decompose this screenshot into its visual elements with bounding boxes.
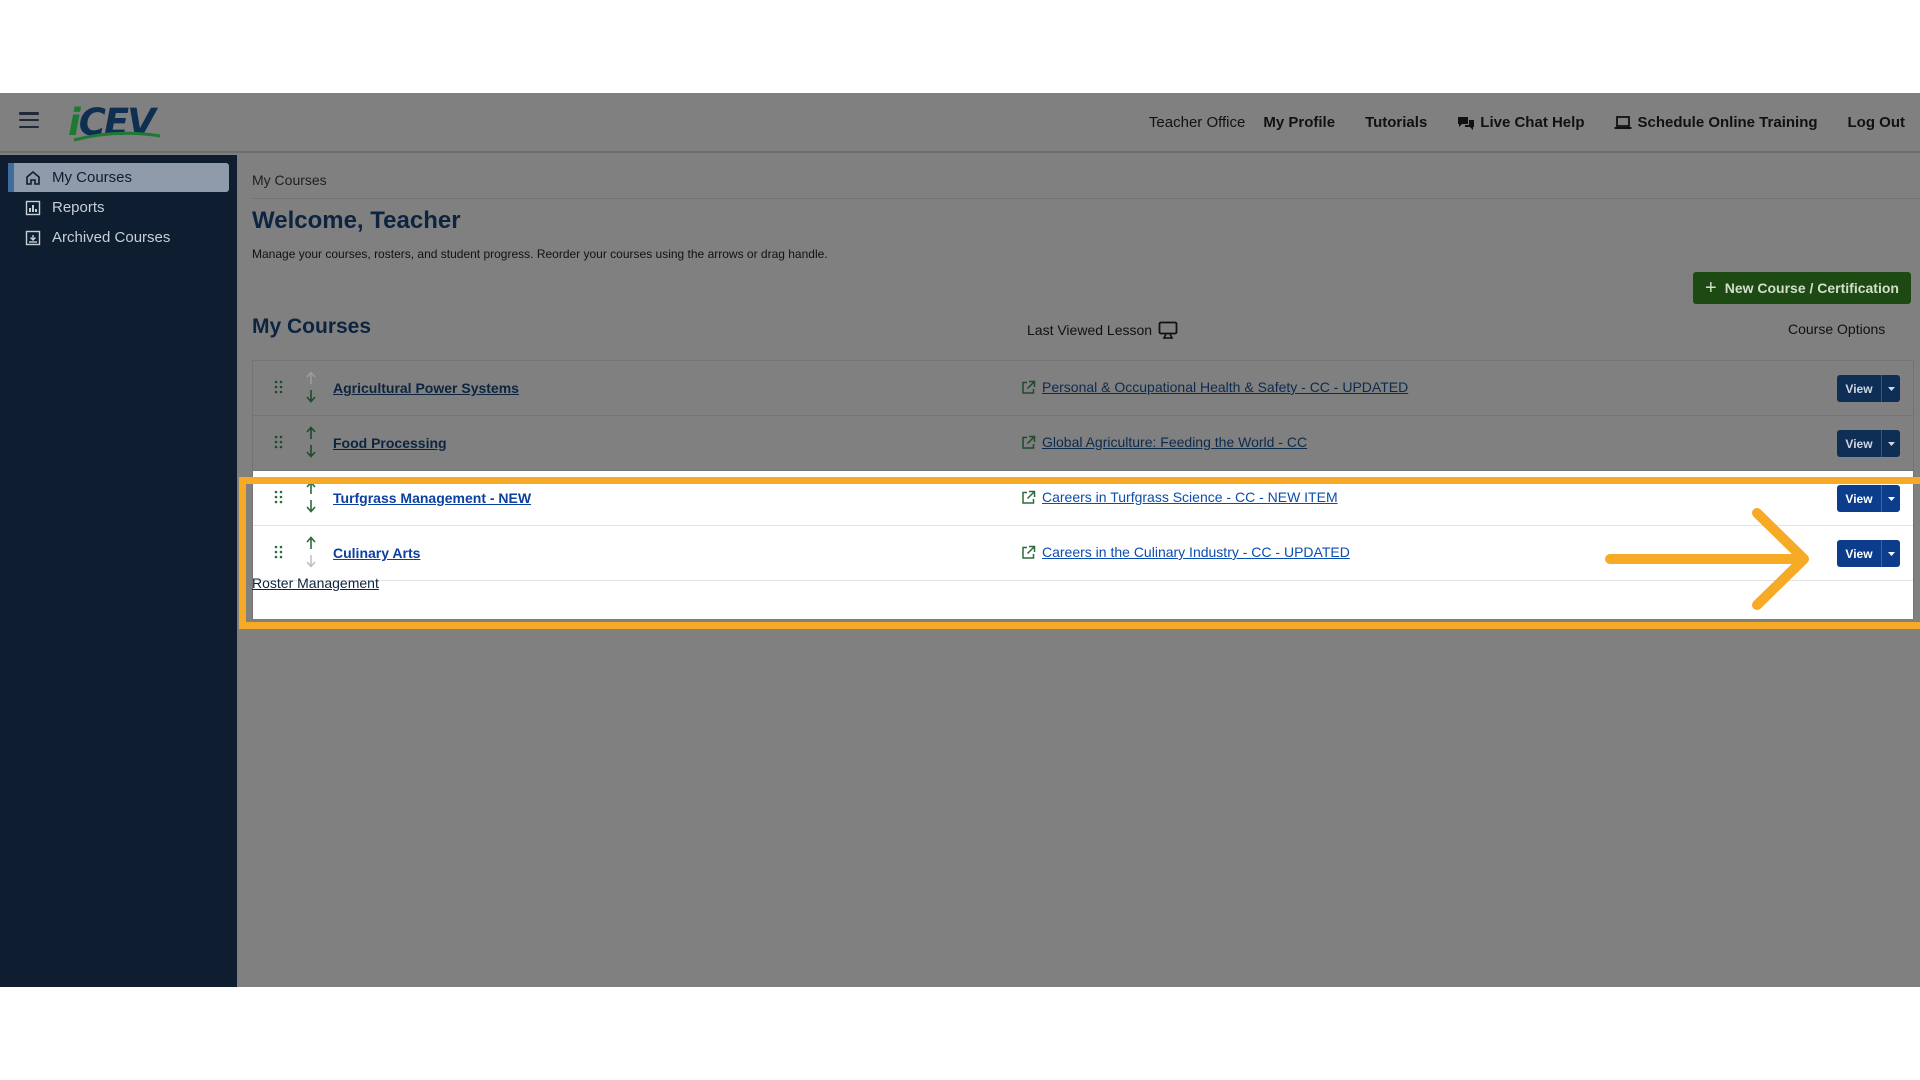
external-link-icon [1022, 435, 1036, 449]
move-down-icon[interactable] [305, 554, 317, 568]
dropdown-caret-icon[interactable] [1881, 375, 1900, 402]
lesson-link[interactable]: Global Agriculture: Feeding the World - … [1042, 434, 1307, 450]
view-button[interactable]: View [1837, 540, 1900, 567]
dropdown-caret-icon[interactable] [1881, 485, 1900, 512]
course-name-link[interactable]: Agricultural Power Systems [333, 380, 519, 396]
last-viewed-lesson: Personal & Occupational Health & Safety … [1021, 379, 1408, 395]
reorder-arrows [305, 426, 317, 460]
reorder-arrows [305, 371, 317, 405]
sidebar-item-label: My Courses [52, 169, 133, 186]
course-row: Food Processing Global Agriculture: Feed… [253, 416, 1913, 471]
top-nav: Teacher Office My Profile Tutorials Live… [1149, 114, 1905, 131]
column-header-course-options: Course Options [1788, 321, 1886, 337]
move-down-icon[interactable] [305, 499, 317, 513]
sidebar: My Courses Reports Archived Courses [0, 155, 237, 987]
lesson-link[interactable]: Careers in Turfgrass Science - CC - NEW … [1042, 489, 1338, 505]
nav-schedule-online-training[interactable]: Schedule Online Training [1614, 114, 1818, 131]
course-list: Agricultural Power Systems Personal & Oc… [252, 360, 1914, 619]
app-window: iCEV Teacher Office My Profile Tutorials… [0, 93, 1920, 987]
nav-tutorials[interactable]: Tutorials [1365, 114, 1427, 131]
view-button[interactable]: View [1837, 485, 1900, 512]
breadcrumb: My Courses [252, 172, 327, 188]
roster-management-link[interactable]: Roster Management [252, 575, 379, 591]
view-button[interactable]: View [1837, 375, 1900, 402]
column-header-last-viewed: Last Viewed Lesson [1027, 321, 1178, 339]
move-up-icon[interactable] [305, 481, 317, 495]
course-name-link[interactable]: Food Processing [333, 435, 447, 451]
drag-handle-icon[interactable] [274, 490, 283, 504]
course-list-footer [253, 581, 1913, 619]
last-viewed-lesson: Careers in Turfgrass Science - CC - NEW … [1021, 489, 1338, 505]
last-viewed-lesson: Global Agriculture: Feeding the World - … [1021, 434, 1307, 450]
reorder-arrows [305, 536, 317, 570]
sidebar-item-reports[interactable]: Reports [8, 193, 229, 222]
view-button[interactable]: View [1837, 430, 1900, 457]
sidebar-item-label: Archived Courses [52, 229, 171, 246]
move-down-icon[interactable] [305, 444, 317, 458]
drag-handle-icon[interactable] [274, 435, 283, 449]
main-content: My Courses Welcome, Teacher Manage your … [237, 155, 1920, 987]
dropdown-caret-icon[interactable] [1881, 540, 1900, 567]
laptop-icon [1614, 115, 1632, 130]
last-viewed-lesson: Careers in the Culinary Industry - CC - … [1021, 544, 1350, 560]
new-course-button[interactable]: + New Course / Certification [1693, 272, 1911, 304]
chat-bubbles-icon [1457, 115, 1475, 130]
move-up-icon[interactable] [305, 426, 317, 440]
logo-swoosh [73, 131, 161, 142]
external-link-icon [1022, 380, 1036, 394]
nav-teacher-office[interactable]: Teacher Office [1149, 114, 1245, 131]
archive-box-icon [24, 229, 42, 247]
external-link-icon [1022, 490, 1036, 504]
reorder-arrows [305, 481, 317, 515]
drag-handle-icon[interactable] [274, 545, 283, 559]
course-name-link[interactable]: Turfgrass Management - NEW [333, 490, 531, 506]
nav-my-profile[interactable]: My Profile [1263, 114, 1335, 131]
sidebar-item-label: Reports [52, 199, 105, 216]
external-link-icon [1022, 545, 1036, 559]
page-subtitle: Manage your courses, rosters, and studen… [252, 247, 828, 261]
lesson-link[interactable]: Careers in the Culinary Industry - CC - … [1042, 544, 1350, 560]
course-row: Agricultural Power Systems Personal & Oc… [253, 361, 1913, 416]
hamburger-menu-icon[interactable] [19, 112, 39, 128]
move-up-icon[interactable] [305, 536, 317, 550]
sidebar-item-my-courses[interactable]: My Courses [8, 163, 229, 192]
nav-log-out[interactable]: Log Out [1848, 114, 1905, 131]
course-name-link[interactable]: Culinary Arts [333, 545, 420, 561]
top-header: iCEV Teacher Office My Profile Tutorials… [0, 93, 1920, 153]
move-down-icon[interactable] [305, 389, 317, 403]
nav-live-chat-help[interactable]: Live Chat Help [1457, 114, 1584, 131]
sidebar-item-archived-courses[interactable]: Archived Courses [8, 223, 229, 252]
report-chart-icon [24, 199, 42, 217]
move-up-icon[interactable] [305, 371, 317, 385]
dropdown-caret-icon[interactable] [1881, 430, 1900, 457]
monitor-icon [1158, 321, 1178, 339]
lesson-link[interactable]: Personal & Occupational Health & Safety … [1042, 379, 1408, 395]
breadcrumb-divider [252, 198, 1920, 199]
page-title: Welcome, Teacher [252, 207, 461, 234]
course-row: Turfgrass Management - NEW Careers in Tu… [253, 471, 1913, 526]
drag-handle-icon[interactable] [274, 380, 283, 394]
plus-icon: + [1705, 276, 1717, 299]
section-title: My Courses [252, 315, 372, 338]
home-icon [24, 169, 42, 187]
course-row: Culinary Arts Careers in the Culinary In… [253, 526, 1913, 581]
